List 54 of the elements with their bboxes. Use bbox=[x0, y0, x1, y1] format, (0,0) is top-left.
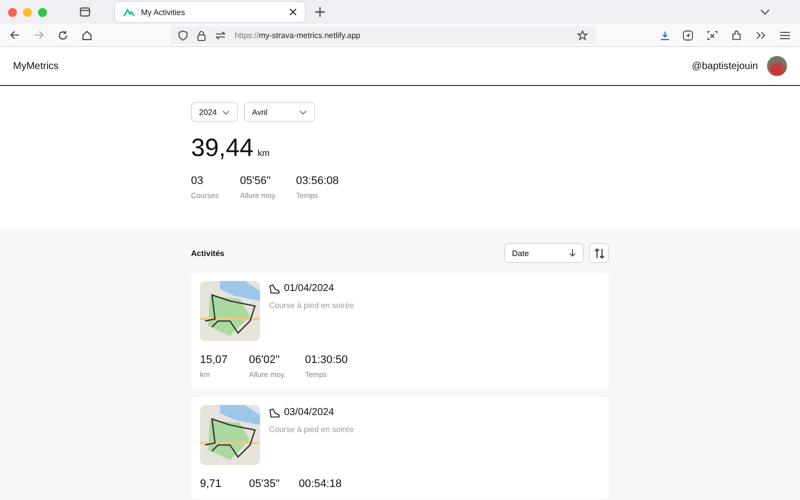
activity-name: Course à pied en soirée bbox=[269, 301, 354, 310]
total-distance: 39,44 bbox=[191, 134, 254, 163]
star-icon[interactable] bbox=[576, 30, 588, 40]
map-drawing bbox=[200, 405, 260, 465]
url-text: https://my-strava-metrics.netlify.app bbox=[234, 30, 360, 40]
lock-icon bbox=[196, 30, 206, 40]
arrow-down-icon bbox=[569, 249, 576, 257]
tab-title: My Activities bbox=[141, 8, 186, 16]
shoe-icon bbox=[269, 284, 280, 294]
activity-name: Course à pied en soirée bbox=[269, 425, 354, 434]
shoe-icon bbox=[269, 408, 280, 418]
sort-order-button[interactable] bbox=[589, 243, 609, 263]
activity-date: 01/04/2024 bbox=[284, 283, 334, 294]
activity-card[interactable]: 03/04/2024 Course à pied en soirée 9,71 05'35'' 00:54:18 bbox=[191, 397, 609, 499]
chevron-down-icon bbox=[222, 110, 230, 114]
download-icon[interactable] bbox=[660, 30, 670, 40]
chevron-down-icon[interactable] bbox=[760, 9, 770, 15]
mountain-logo-icon bbox=[123, 8, 135, 16]
brand-name[interactable]: MyMetrics bbox=[13, 60, 59, 72]
tab-overview-icon[interactable] bbox=[79, 6, 91, 18]
year-select[interactable]: 2024 bbox=[191, 102, 238, 122]
up-down-arrows-icon bbox=[594, 248, 604, 258]
double-chevron-icon[interactable] bbox=[756, 30, 766, 40]
screenshot-icon[interactable] bbox=[707, 30, 718, 40]
close-window-button[interactable] bbox=[8, 8, 17, 16]
paper-plane-icon[interactable] bbox=[683, 30, 694, 40]
stat-value: 05'56'' bbox=[240, 175, 272, 187]
username: @baptistejouin bbox=[692, 60, 758, 72]
month-select[interactable]: Avril bbox=[244, 102, 315, 122]
sort-select[interactable]: Date bbox=[504, 243, 584, 263]
map-drawing bbox=[200, 281, 260, 341]
stat-value: 05'35'' bbox=[249, 478, 280, 490]
stat-value: 06'02'' bbox=[249, 354, 281, 366]
close-icon[interactable] bbox=[289, 8, 297, 16]
distance-unit: km bbox=[258, 148, 270, 158]
activity-date: 03/04/2024 bbox=[284, 407, 334, 418]
avatar[interactable] bbox=[767, 56, 787, 76]
stat-value: 00:54:18 bbox=[298, 478, 342, 490]
stat-value: 15,07 bbox=[200, 354, 229, 366]
shield-icon bbox=[178, 30, 188, 40]
back-arrow-icon[interactable] bbox=[10, 30, 20, 40]
stat-value: 9,71 bbox=[200, 478, 222, 490]
new-tab-icon[interactable] bbox=[315, 7, 325, 17]
address-bar[interactable]: https://my-strava-metrics.netlify.app bbox=[170, 26, 596, 44]
section-title: Activités bbox=[191, 248, 224, 258]
chevron-down-icon bbox=[299, 110, 307, 114]
menu-icon[interactable] bbox=[780, 30, 790, 40]
browser-tab[interactable]: My Activities bbox=[115, 2, 305, 22]
reload-icon[interactable] bbox=[58, 30, 68, 40]
stat-value: 03 bbox=[191, 175, 204, 187]
home-icon[interactable] bbox=[82, 30, 92, 40]
stat-value: 01:30:50 bbox=[304, 354, 348, 366]
swap-arrows-icon bbox=[214, 30, 226, 40]
stat-value: 03:56:08 bbox=[296, 175, 339, 187]
